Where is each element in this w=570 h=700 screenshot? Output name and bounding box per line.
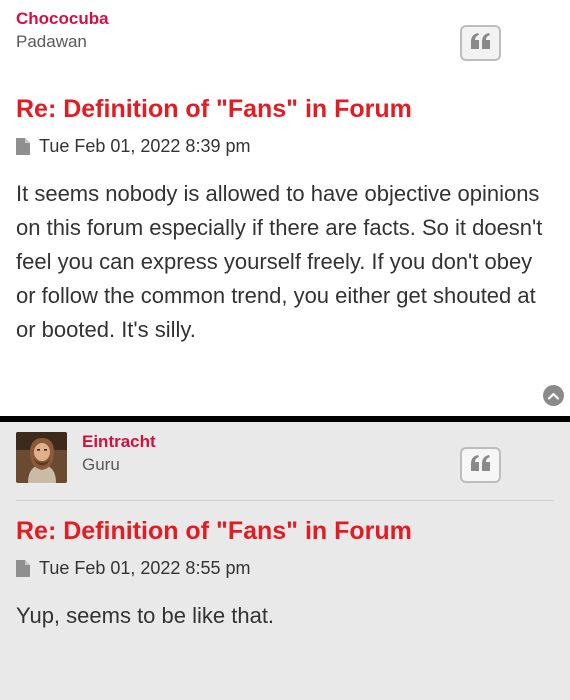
post-timestamp: Tue Feb 01, 2022 8:55 pm [39,558,251,578]
post-author-rank: Guru [82,455,120,474]
post-body: It seems nobody is allowed to have objec… [16,181,543,342]
quote-button[interactable] [460,447,501,483]
post-meta: Tue Feb 01, 2022 8:55 pm [16,558,250,579]
post-timestamp: Tue Feb 01, 2022 8:39 pm [39,136,251,156]
quote-icon [470,32,491,54]
post-body: Yup, seems to be like that. [16,603,275,628]
post: Eintracht Guru Re: Definition of "Fans" … [0,422,570,700]
quote-icon [470,454,491,476]
post-author[interactable]: Chococuba [16,9,109,29]
back-to-top-button[interactable] [543,385,564,406]
user-avatar[interactable] [16,432,67,483]
quote-button[interactable] [460,25,501,61]
file-icon[interactable] [16,138,30,155]
chevron-up-icon [547,387,560,405]
post-author-rank: Padawan [16,32,87,51]
post: Chococuba Padawan Re: Definition of "Fan… [0,0,570,416]
file-icon[interactable] [16,560,30,577]
post-meta: Tue Feb 01, 2022 8:39 pm [16,136,250,157]
post-author[interactable]: Eintracht [82,432,156,452]
post-title[interactable]: Re: Definition of "Fans" in Forum [16,95,412,124]
post-title[interactable]: Re: Definition of "Fans" in Forum [16,517,412,546]
separator [16,500,554,501]
